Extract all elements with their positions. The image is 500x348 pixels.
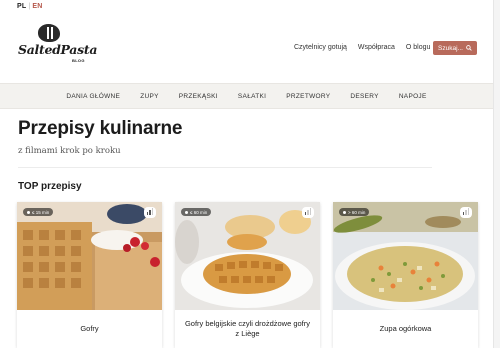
time-badge: ≤ 15 min xyxy=(23,208,54,216)
category-salatki[interactable]: SAŁATKI xyxy=(238,93,266,100)
recipe-title[interactable]: Gofry xyxy=(17,310,162,348)
nav-item-wspolpraca[interactable]: Współpraca xyxy=(358,44,395,51)
difficulty-icon xyxy=(144,207,156,218)
logo-pot-icon xyxy=(38,24,60,42)
time-label: ≤ 15 min xyxy=(32,209,50,215)
time-badge: > 60 min xyxy=(339,208,370,216)
recipe-card-gofry-belgijskie[interactable]: ≤ 60 min Gofry belgijskie czyli drożdżow… xyxy=(175,202,320,348)
logo-spoon-icon xyxy=(51,27,53,39)
category-desery[interactable]: DESERY xyxy=(350,93,378,100)
divider xyxy=(18,167,432,168)
page-title: Przepisy kulinarne xyxy=(18,118,183,139)
logo-subtext: BLOG xyxy=(72,58,85,63)
language-switcher: PL | EN xyxy=(17,3,43,10)
recipe-image-cucumber-soup[interactable]: > 60 min xyxy=(333,202,478,310)
lang-separator: | xyxy=(28,3,31,10)
lang-pl-link[interactable]: PL xyxy=(17,3,26,10)
clock-icon xyxy=(185,210,188,214)
site-logo[interactable]: SaltedPasta BLOG xyxy=(16,22,98,66)
logo-fork-icon xyxy=(47,27,49,39)
top-recipes-heading: TOP przepisy xyxy=(18,181,82,192)
logo-text: SaltedPasta xyxy=(18,42,98,57)
search-button-label: Szukaj... xyxy=(438,44,463,52)
category-dania-glowne[interactable]: DANIA GŁÓWNE xyxy=(66,93,120,100)
lang-en-link[interactable]: EN xyxy=(32,3,42,10)
difficulty-icon xyxy=(460,207,472,218)
recipe-title[interactable]: Gofry belgijskie czyli drożdżowe gofry z… xyxy=(175,310,320,348)
nav-item-czytelnicy[interactable]: Czytelnicy gotują xyxy=(294,44,347,51)
nav-item-o-blogu[interactable]: O blogu xyxy=(406,44,431,51)
top-nav: Czytelnicy gotują Współpraca O blogu xyxy=(294,44,430,51)
recipe-card-gofry[interactable]: ≤ 15 min Gofry xyxy=(17,202,162,348)
category-zupy[interactable]: ZUPY xyxy=(140,93,159,100)
search-icon xyxy=(466,45,472,51)
recipe-card-zupa-ogorkowa[interactable]: > 60 min Zupa ogórkowa xyxy=(333,202,478,348)
category-przetwory[interactable]: PRZETWORY xyxy=(286,93,330,100)
category-bar: DANIA GŁÓWNE ZUPY PRZEKĄSKI SAŁATKI PRZE… xyxy=(0,83,493,109)
search-button[interactable]: Szukaj... xyxy=(433,41,477,55)
clock-icon xyxy=(27,210,30,214)
category-przekaski[interactable]: PRZEKĄSKI xyxy=(179,93,218,100)
time-badge: ≤ 60 min xyxy=(181,208,212,216)
time-label: > 60 min xyxy=(348,209,366,215)
clock-icon xyxy=(343,210,346,214)
page-subtitle: z filmami krok po kroku xyxy=(18,146,121,156)
difficulty-icon xyxy=(302,207,314,218)
page-scrollbar[interactable] xyxy=(493,0,500,348)
time-label: ≤ 60 min xyxy=(190,209,208,215)
recipe-image-waffles[interactable]: ≤ 15 min xyxy=(17,202,162,310)
category-napoje[interactable]: NAPOJE xyxy=(399,93,427,100)
recipe-title[interactable]: Zupa ogórkowa xyxy=(333,310,478,348)
recipe-image-belgian-waffle[interactable]: ≤ 60 min xyxy=(175,202,320,310)
